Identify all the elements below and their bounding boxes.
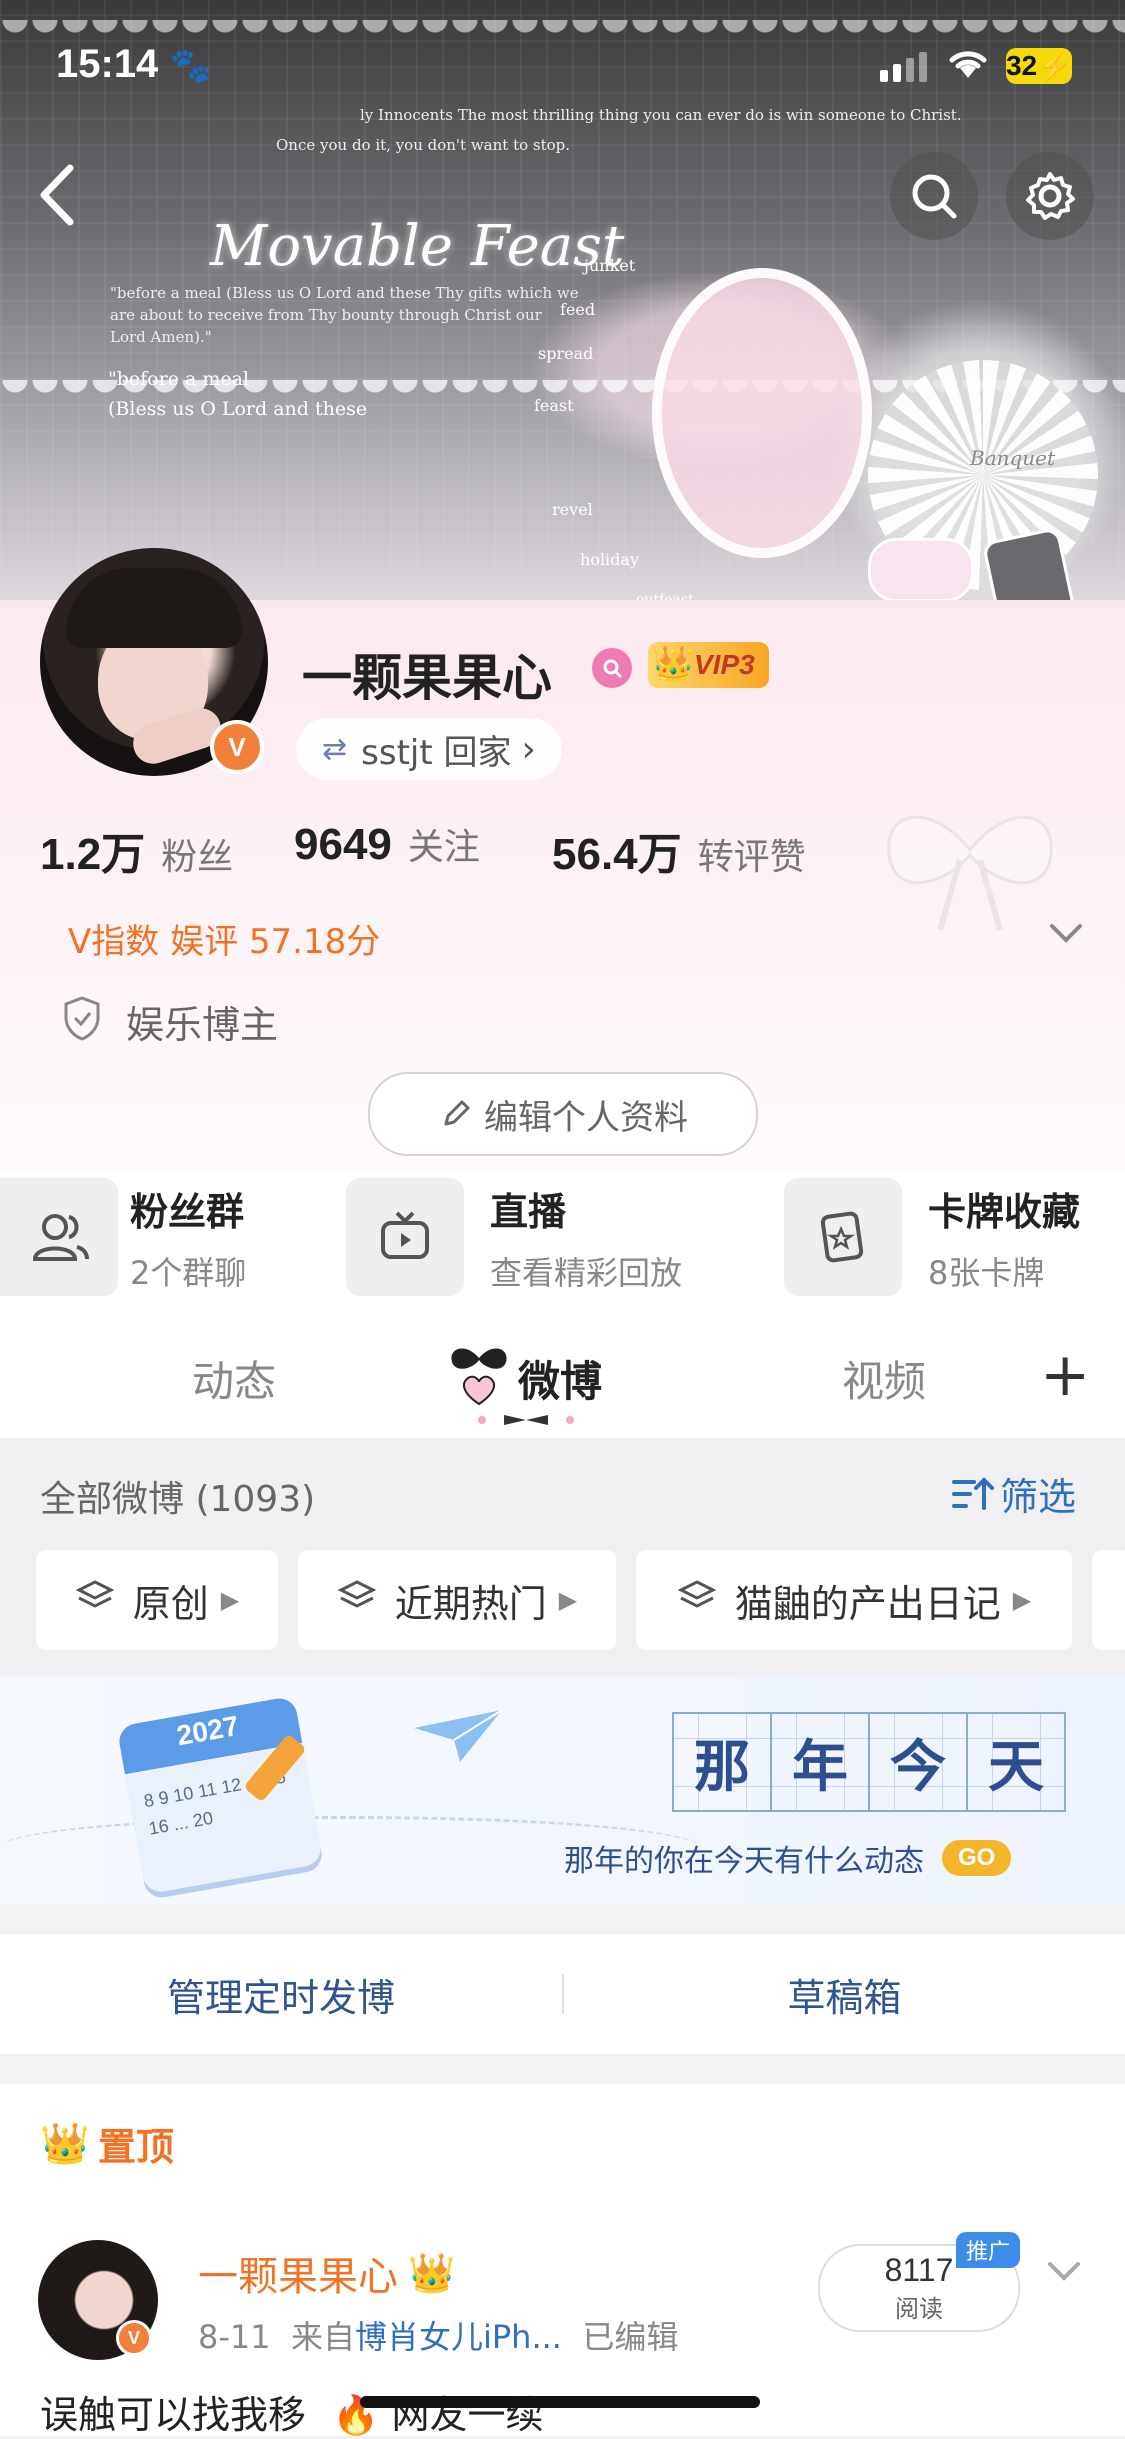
- home-indicator[interactable]: [360, 2396, 760, 2408]
- banner-word: holiday: [580, 550, 639, 569]
- post-source-link[interactable]: 博肖女儿iPh...: [355, 2318, 562, 2356]
- triangle-right-icon: ▶: [1012, 1586, 1032, 1614]
- sticker-decoration: [868, 538, 974, 602]
- filter-chip-original[interactable]: 原创 ▶: [36, 1550, 278, 1650]
- profile-banner: ly Innocents The most thrilling thing yo…: [0, 0, 1125, 640]
- card-icon: [784, 1178, 902, 1296]
- on-this-day-subtitle: 那年的你在今天有什么动态 GO: [564, 1836, 1012, 1880]
- banner-text-line: ly Innocents The most thrilling thing yo…: [360, 106, 962, 124]
- triangle-right-icon: ▶: [558, 1586, 578, 1614]
- filter-button[interactable]: 筛选: [950, 1466, 1076, 1521]
- paper-plane-icon: [410, 1706, 506, 1770]
- crown-badge-icon: 👑: [408, 2250, 456, 2295]
- settings-button[interactable]: [1006, 152, 1094, 240]
- post-author[interactable]: 一颗果果心 👑: [198, 2244, 455, 2302]
- gear-icon: [1026, 172, 1075, 220]
- on-this-day-title: 那 年 今 天: [672, 1712, 1066, 1812]
- post-text: 误触可以找我移 🔥 网友一续: [40, 2393, 544, 2437]
- calendar-icon: 2027 8 9 10 11 12 ... 15 16 ... 20: [116, 1695, 324, 1895]
- feature-subtitle: 8张卡牌: [928, 1253, 1045, 1292]
- banner-quote: "before a meal (Bless us O Lord and thes…: [110, 284, 579, 346]
- vip-badge[interactable]: 👑 VIP3: [648, 642, 769, 688]
- signal-icon: [880, 52, 927, 82]
- edit-profile-button[interactable]: 编辑个人资料: [368, 1072, 758, 1156]
- battery-icon: 32 ⚡: [1006, 48, 1072, 84]
- profile-name: 一颗果果心: [302, 649, 552, 707]
- scheduled-posts-button[interactable]: 管理定时发博: [0, 1934, 562, 2054]
- search-icon: [912, 174, 957, 219]
- category-label: 娱乐博主: [126, 1003, 279, 1047]
- crown-icon: 👑: [652, 645, 695, 683]
- banner-word: spread: [538, 344, 594, 363]
- filter-chip-recent-hot[interactable]: 近期热门 ▶: [298, 1550, 616, 1650]
- on-this-day-banner[interactable]: 2027 8 9 10 11 12 ... 15 16 ... 20 那 年 今…: [0, 1676, 1125, 1904]
- expand-chevron-icon[interactable]: [1046, 918, 1086, 952]
- banner-word: feast: [534, 396, 574, 415]
- feature-subtitle: 查看精彩回放: [490, 1253, 683, 1292]
- stat-interactions[interactable]: 56.4万 转评赞: [552, 818, 806, 882]
- search-tag-icon[interactable]: [592, 648, 632, 688]
- banner-quote: (Bless us O Lord and these: [108, 398, 368, 420]
- banner-quote: "before a meal: [108, 368, 250, 390]
- pinned-post: 👑 置顶 V 一颗果果心 👑 8-11 来自博肖女儿iPh... 已编辑 811…: [0, 2084, 1125, 2437]
- drafts-button[interactable]: 草稿箱: [564, 1934, 1125, 2054]
- oval-frame-decoration: [652, 268, 872, 558]
- home-link[interactable]: ⇄ sstjt 回家 ›: [296, 718, 562, 780]
- banner-word: feed: [560, 300, 596, 319]
- layers-icon: [677, 1578, 717, 1623]
- filter-chip-more[interactable]: [1092, 1550, 1125, 1650]
- tab-dynamics[interactable]: 动态: [192, 1348, 276, 1409]
- chevron-down-icon[interactable]: [1044, 2256, 1084, 2290]
- pinned-header: 👑 置顶: [40, 2121, 174, 2169]
- bow-heart-icon: [446, 1340, 512, 1406]
- layers-icon: [337, 1578, 377, 1623]
- feature-title: 直播: [490, 1189, 567, 1234]
- layers-icon: [75, 1578, 115, 1623]
- crown-icon: 👑: [40, 2121, 90, 2167]
- wifi-icon: [946, 46, 990, 84]
- shield-icon: [60, 994, 104, 1046]
- fans-group-icon: [0, 1178, 118, 1296]
- banner-word: revel: [552, 500, 593, 519]
- banner-text-line: Once you do it, you don't want to stop.: [276, 136, 571, 154]
- weibo-count: 全部微博 (1093): [40, 1479, 316, 1520]
- banner-card-text: Banquet: [970, 446, 1056, 470]
- post-actions: 管理定时发博 草稿箱: [0, 1934, 1125, 2054]
- stat-fans[interactable]: 1.2万 粉丝: [40, 818, 233, 882]
- verified-badge-icon: V: [210, 720, 264, 774]
- feature-card-collection[interactable]: 卡牌收藏 8张卡牌: [784, 1178, 1080, 1296]
- feature-subtitle: 2个群聊: [130, 1253, 247, 1292]
- tab-video[interactable]: 视频: [842, 1348, 926, 1409]
- add-tab-button[interactable]: +: [1040, 1340, 1090, 1410]
- chevron-right-icon: ›: [521, 728, 536, 770]
- promoted-tag: 推广: [956, 2232, 1021, 2268]
- post-meta: 8-11 来自博肖女儿iPh... 已编辑: [198, 2318, 679, 2356]
- filter-chip-diary[interactable]: 猫鼬的产出日记 ▶: [636, 1550, 1072, 1650]
- back-button[interactable]: [30, 160, 86, 234]
- verified-badge-icon: V: [116, 2320, 152, 2356]
- active-tab-indicator: [474, 1412, 578, 1428]
- status-time: 15:14 🐾: [56, 42, 212, 86]
- feature-title: 卡牌收藏: [928, 1189, 1081, 1234]
- tab-weibo[interactable]: 微博: [518, 1348, 602, 1409]
- search-button[interactable]: [890, 152, 978, 240]
- feature-fans-group[interactable]: 粉丝群 2个群聊: [0, 1178, 246, 1296]
- feature-live[interactable]: 直播 查看精彩回放: [346, 1178, 682, 1296]
- filter-icon: [952, 1476, 994, 1510]
- home-link-icon: ⇄: [322, 731, 348, 767]
- go-button[interactable]: GO: [942, 1840, 1012, 1876]
- banner-title: Movable Feast: [210, 214, 625, 279]
- v-index[interactable]: V指数 娱评 57.18分: [68, 914, 380, 963]
- filter-bar: 全部微博 (1093) 筛选 原创 ▶ 近期热门 ▶ 猫鼬的产出日记 ▶: [0, 1438, 1125, 1674]
- stat-following[interactable]: 9649 关注: [294, 818, 480, 870]
- content-tabs: 动态 微博 视频 +: [0, 1312, 1125, 1438]
- banner-word: junket: [584, 256, 636, 275]
- feature-title: 粉丝群: [130, 1189, 245, 1234]
- triangle-right-icon: ▶: [220, 1586, 240, 1614]
- pencil-icon: [444, 1100, 470, 1126]
- tv-icon: [346, 1178, 464, 1296]
- bow-decoration: [870, 780, 1070, 940]
